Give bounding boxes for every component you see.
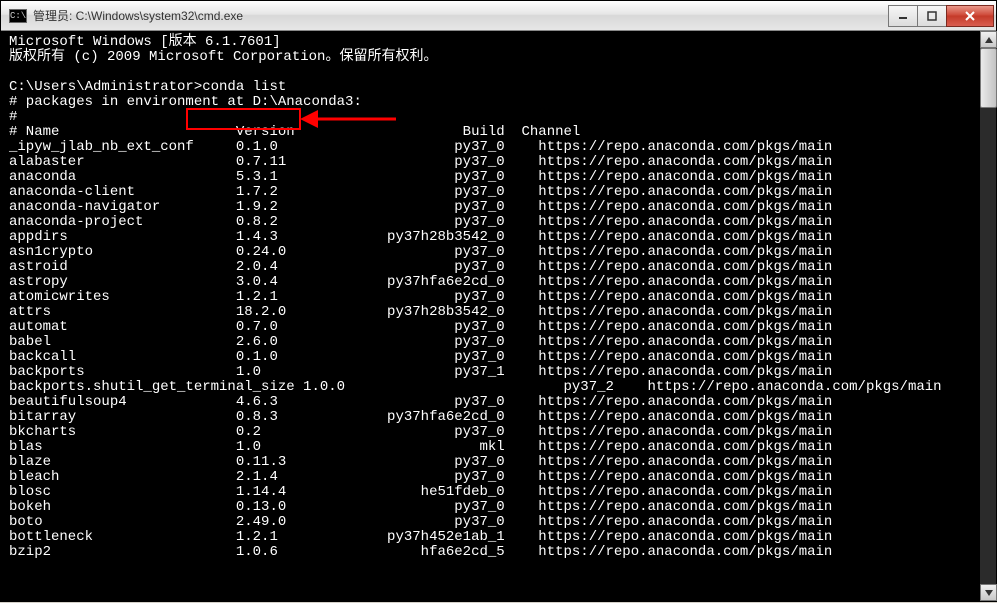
blank-line: [9, 65, 975, 80]
prompt-line: C:\Users\Administrator>conda list: [9, 80, 975, 95]
chevron-down-icon: [985, 590, 993, 596]
table-row: bleach 2.1.4 py37_0 https://repo.anacond…: [9, 470, 975, 485]
table-header: # Name Version Build Channel: [9, 125, 975, 140]
env-line: # packages in environment at D:\Anaconda…: [9, 95, 975, 110]
table-row: backports.shutil_get_terminal_size 1.0.0…: [9, 380, 975, 395]
table-row: blaze 0.11.3 py37_0 https://repo.anacond…: [9, 455, 975, 470]
table-row: astropy 3.0.4 py37hfa6e2cd_0 https://rep…: [9, 275, 975, 290]
table-row: atomicwrites 1.2.1 py37_0 https://repo.a…: [9, 290, 975, 305]
table-row: bokeh 0.13.0 py37_0 https://repo.anacond…: [9, 500, 975, 515]
table-row: beautifulsoup4 4.6.3 py37_0 https://repo…: [9, 395, 975, 410]
cmd-window: C:\ 管理员: C:\Windows\system32\cmd.exe Mic…: [0, 0, 997, 602]
copyright-line: 版权所有 (c) 2009 Microsoft Corporation。保留所有…: [9, 50, 975, 65]
cmd-icon: C:\: [9, 9, 27, 23]
window-title: 管理员: C:\Windows\system32\cmd.exe: [33, 7, 889, 24]
hash-line: #: [9, 110, 975, 125]
scroll-up-button[interactable]: [980, 31, 997, 48]
close-button[interactable]: [946, 5, 994, 27]
table-row: _ipyw_jlab_nb_ext_conf 0.1.0 py37_0 http…: [9, 140, 975, 155]
table-row: asn1crypto 0.24.0 py37_0 https://repo.an…: [9, 245, 975, 260]
scroll-thumb[interactable]: [980, 48, 997, 108]
table-row: automat 0.7.0 py37_0 https://repo.anacon…: [9, 320, 975, 335]
table-row: anaconda-client 1.7.2 py37_0 https://rep…: [9, 185, 975, 200]
window-controls: [889, 5, 994, 27]
version-line: Microsoft Windows [版本 6.1.7601]: [9, 35, 975, 50]
table-row: boto 2.49.0 py37_0 https://repo.anaconda…: [9, 515, 975, 530]
table-row: bzip2 1.0.6 hfa6e2cd_5 https://repo.anac…: [9, 545, 975, 560]
table-row: blosc 1.14.4 he51fdeb_0 https://repo.ana…: [9, 485, 975, 500]
scroll-down-button[interactable]: [980, 584, 997, 601]
minimize-button[interactable]: [888, 5, 918, 27]
table-row: attrs 18.2.0 py37h28b3542_0 https://repo…: [9, 305, 975, 320]
table-row: blas 1.0 mkl https://repo.anaconda.com/p…: [9, 440, 975, 455]
table-row: anaconda-project 0.8.2 py37_0 https://re…: [9, 215, 975, 230]
table-row: backports 1.0 py37_1 https://repo.anacon…: [9, 365, 975, 380]
terminal-area: Microsoft Windows [版本 6.1.7601]版权所有 (c) …: [1, 31, 996, 601]
table-row: anaconda 5.3.1 py37_0 https://repo.anaco…: [9, 170, 975, 185]
table-row: bkcharts 0.2 py37_0 https://repo.anacond…: [9, 425, 975, 440]
maximize-icon: [927, 11, 937, 21]
chevron-up-icon: [985, 37, 993, 43]
table-row: astroid 2.0.4 py37_0 https://repo.anacon…: [9, 260, 975, 275]
vertical-scrollbar[interactable]: [979, 31, 996, 601]
table-row: alabaster 0.7.11 py37_0 https://repo.ana…: [9, 155, 975, 170]
table-row: backcall 0.1.0 py37_0 https://repo.anaco…: [9, 350, 975, 365]
titlebar[interactable]: C:\ 管理员: C:\Windows\system32\cmd.exe: [1, 1, 996, 31]
close-icon: [964, 11, 976, 21]
table-row: appdirs 1.4.3 py37h28b3542_0 https://rep…: [9, 230, 975, 245]
terminal-output[interactable]: Microsoft Windows [版本 6.1.7601]版权所有 (c) …: [1, 31, 979, 601]
maximize-button[interactable]: [917, 5, 947, 27]
minimize-icon: [898, 11, 908, 21]
table-row: bitarray 0.8.3 py37hfa6e2cd_0 https://re…: [9, 410, 975, 425]
table-row: babel 2.6.0 py37_0 https://repo.anaconda…: [9, 335, 975, 350]
table-row: bottleneck 1.2.1 py37h452e1ab_1 https://…: [9, 530, 975, 545]
table-row: anaconda-navigator 1.9.2 py37_0 https://…: [9, 200, 975, 215]
